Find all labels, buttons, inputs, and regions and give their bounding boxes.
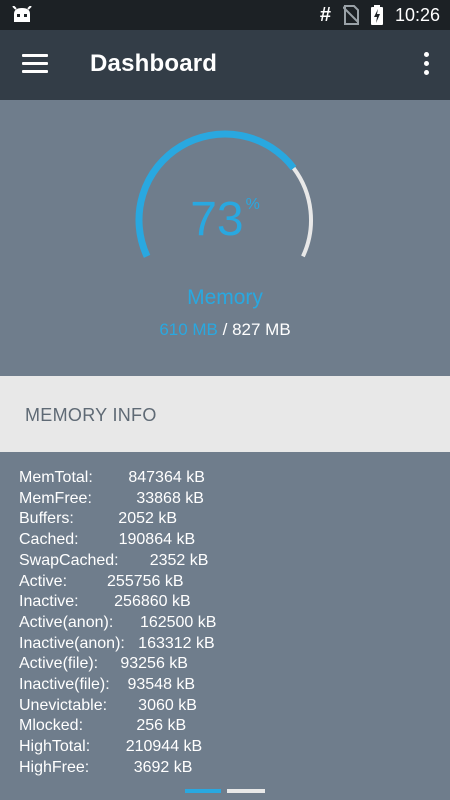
list-item: Inactive: 256860 kB: [19, 593, 191, 611]
memory-used: 610 MB: [159, 320, 218, 339]
memory-separator: /: [217, 320, 233, 339]
status-bar: # 10:26: [0, 0, 450, 30]
section-title: MEMORY INFO: [25, 405, 157, 425]
battery-charging-icon: [370, 5, 383, 25]
memory-usage: 610 MB / 827 MB: [0, 320, 450, 340]
list-item: Inactive(anon): 163312 kB: [19, 634, 215, 652]
more-vert-icon[interactable]: [424, 52, 430, 78]
page-indicator-active: [185, 789, 221, 793]
hamburger-menu-icon[interactable]: [22, 54, 48, 76]
gauge-label: Memory: [187, 286, 263, 309]
app-bar: Dashboard: [0, 30, 450, 100]
list-item: Mlocked: 256 kB: [19, 717, 187, 735]
no-sim-icon: [342, 5, 359, 25]
list-item: Inactive(file): 93548 kB: [19, 676, 196, 693]
memory-info-list[interactable]: MemTotal: 847364 kB MemFree: 33868 kB Buff…: [0, 452, 450, 782]
memory-percent-value: 73: [190, 193, 244, 246]
list-item: Active(file): 93256 kB: [19, 655, 188, 673]
page-title: Dashboard: [90, 50, 218, 77]
memory-total: 827 MB: [232, 320, 291, 339]
list-item: Unevictable: 3060 kB: [19, 696, 197, 714]
list-item: Active(anon): 162500 kB: [19, 613, 217, 631]
hash-icon: #: [319, 3, 331, 26]
list-item: Buffers: 2052 kB: [19, 510, 178, 528]
memory-percent: 73%: [0, 192, 450, 247]
percent-symbol: %: [245, 196, 260, 213]
status-time: 10:26: [394, 4, 440, 25]
list-item: MemFree: 33868 kB: [19, 489, 204, 507]
memory-gauge: 73% Memory 610 MB / 827 MB: [0, 100, 450, 376]
list-item: SwapCached: 2352 kB: [19, 551, 209, 569]
list-item: Cached: 190864 kB: [19, 531, 196, 549]
list-item: Active: 255756 kB: [19, 572, 184, 590]
list-item: HighTotal: 210944 kB: [19, 738, 203, 756]
list-item: MemTotal: 847364 kB: [19, 469, 205, 486]
page-indicator: [0, 783, 450, 800]
page-indicator-inactive: [227, 789, 265, 793]
memory-info-header: MEMORY INFO: [0, 376, 450, 452]
list-item: HighFree: 3692 kB: [19, 758, 193, 776]
android-debug-icon: [12, 6, 32, 22]
